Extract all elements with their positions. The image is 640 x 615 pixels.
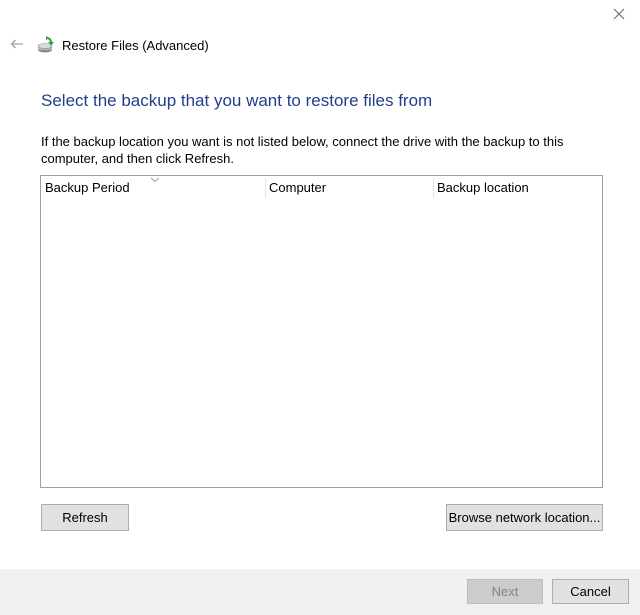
browse-network-location-button[interactable]: Browse network location... [446,504,603,531]
instructions-text: If the backup location you want is not l… [41,134,564,166]
backup-restore-icon [37,36,54,53]
title-bar: Restore Files (Advanced) [0,30,640,60]
footer-bar: Next Cancel [0,569,640,615]
window-title: Restore Files (Advanced) [62,38,209,53]
back-arrow-icon [10,39,23,49]
cancel-button[interactable]: Cancel [552,579,629,604]
restore-files-window: Restore Files (Advanced) Select the back… [0,0,640,615]
page-heading: Select the backup that you want to resto… [41,91,433,110]
close-icon [613,8,625,20]
backup-list[interactable]: Backup Period Computer Backup location [40,175,603,488]
back-button[interactable] [8,36,26,52]
column-label: Backup location [437,180,529,195]
column-label: Computer [269,180,327,195]
column-header-backup-location[interactable]: Backup location [433,176,601,200]
list-header: Backup Period Computer Backup location [41,176,602,200]
next-button[interactable]: Next [467,579,543,604]
chevron-down-icon [150,177,160,183]
column-label: Backup Period [45,180,130,195]
refresh-button[interactable]: Refresh [41,504,129,531]
close-button[interactable] [608,4,630,24]
column-header-computer[interactable]: Computer [265,176,433,200]
